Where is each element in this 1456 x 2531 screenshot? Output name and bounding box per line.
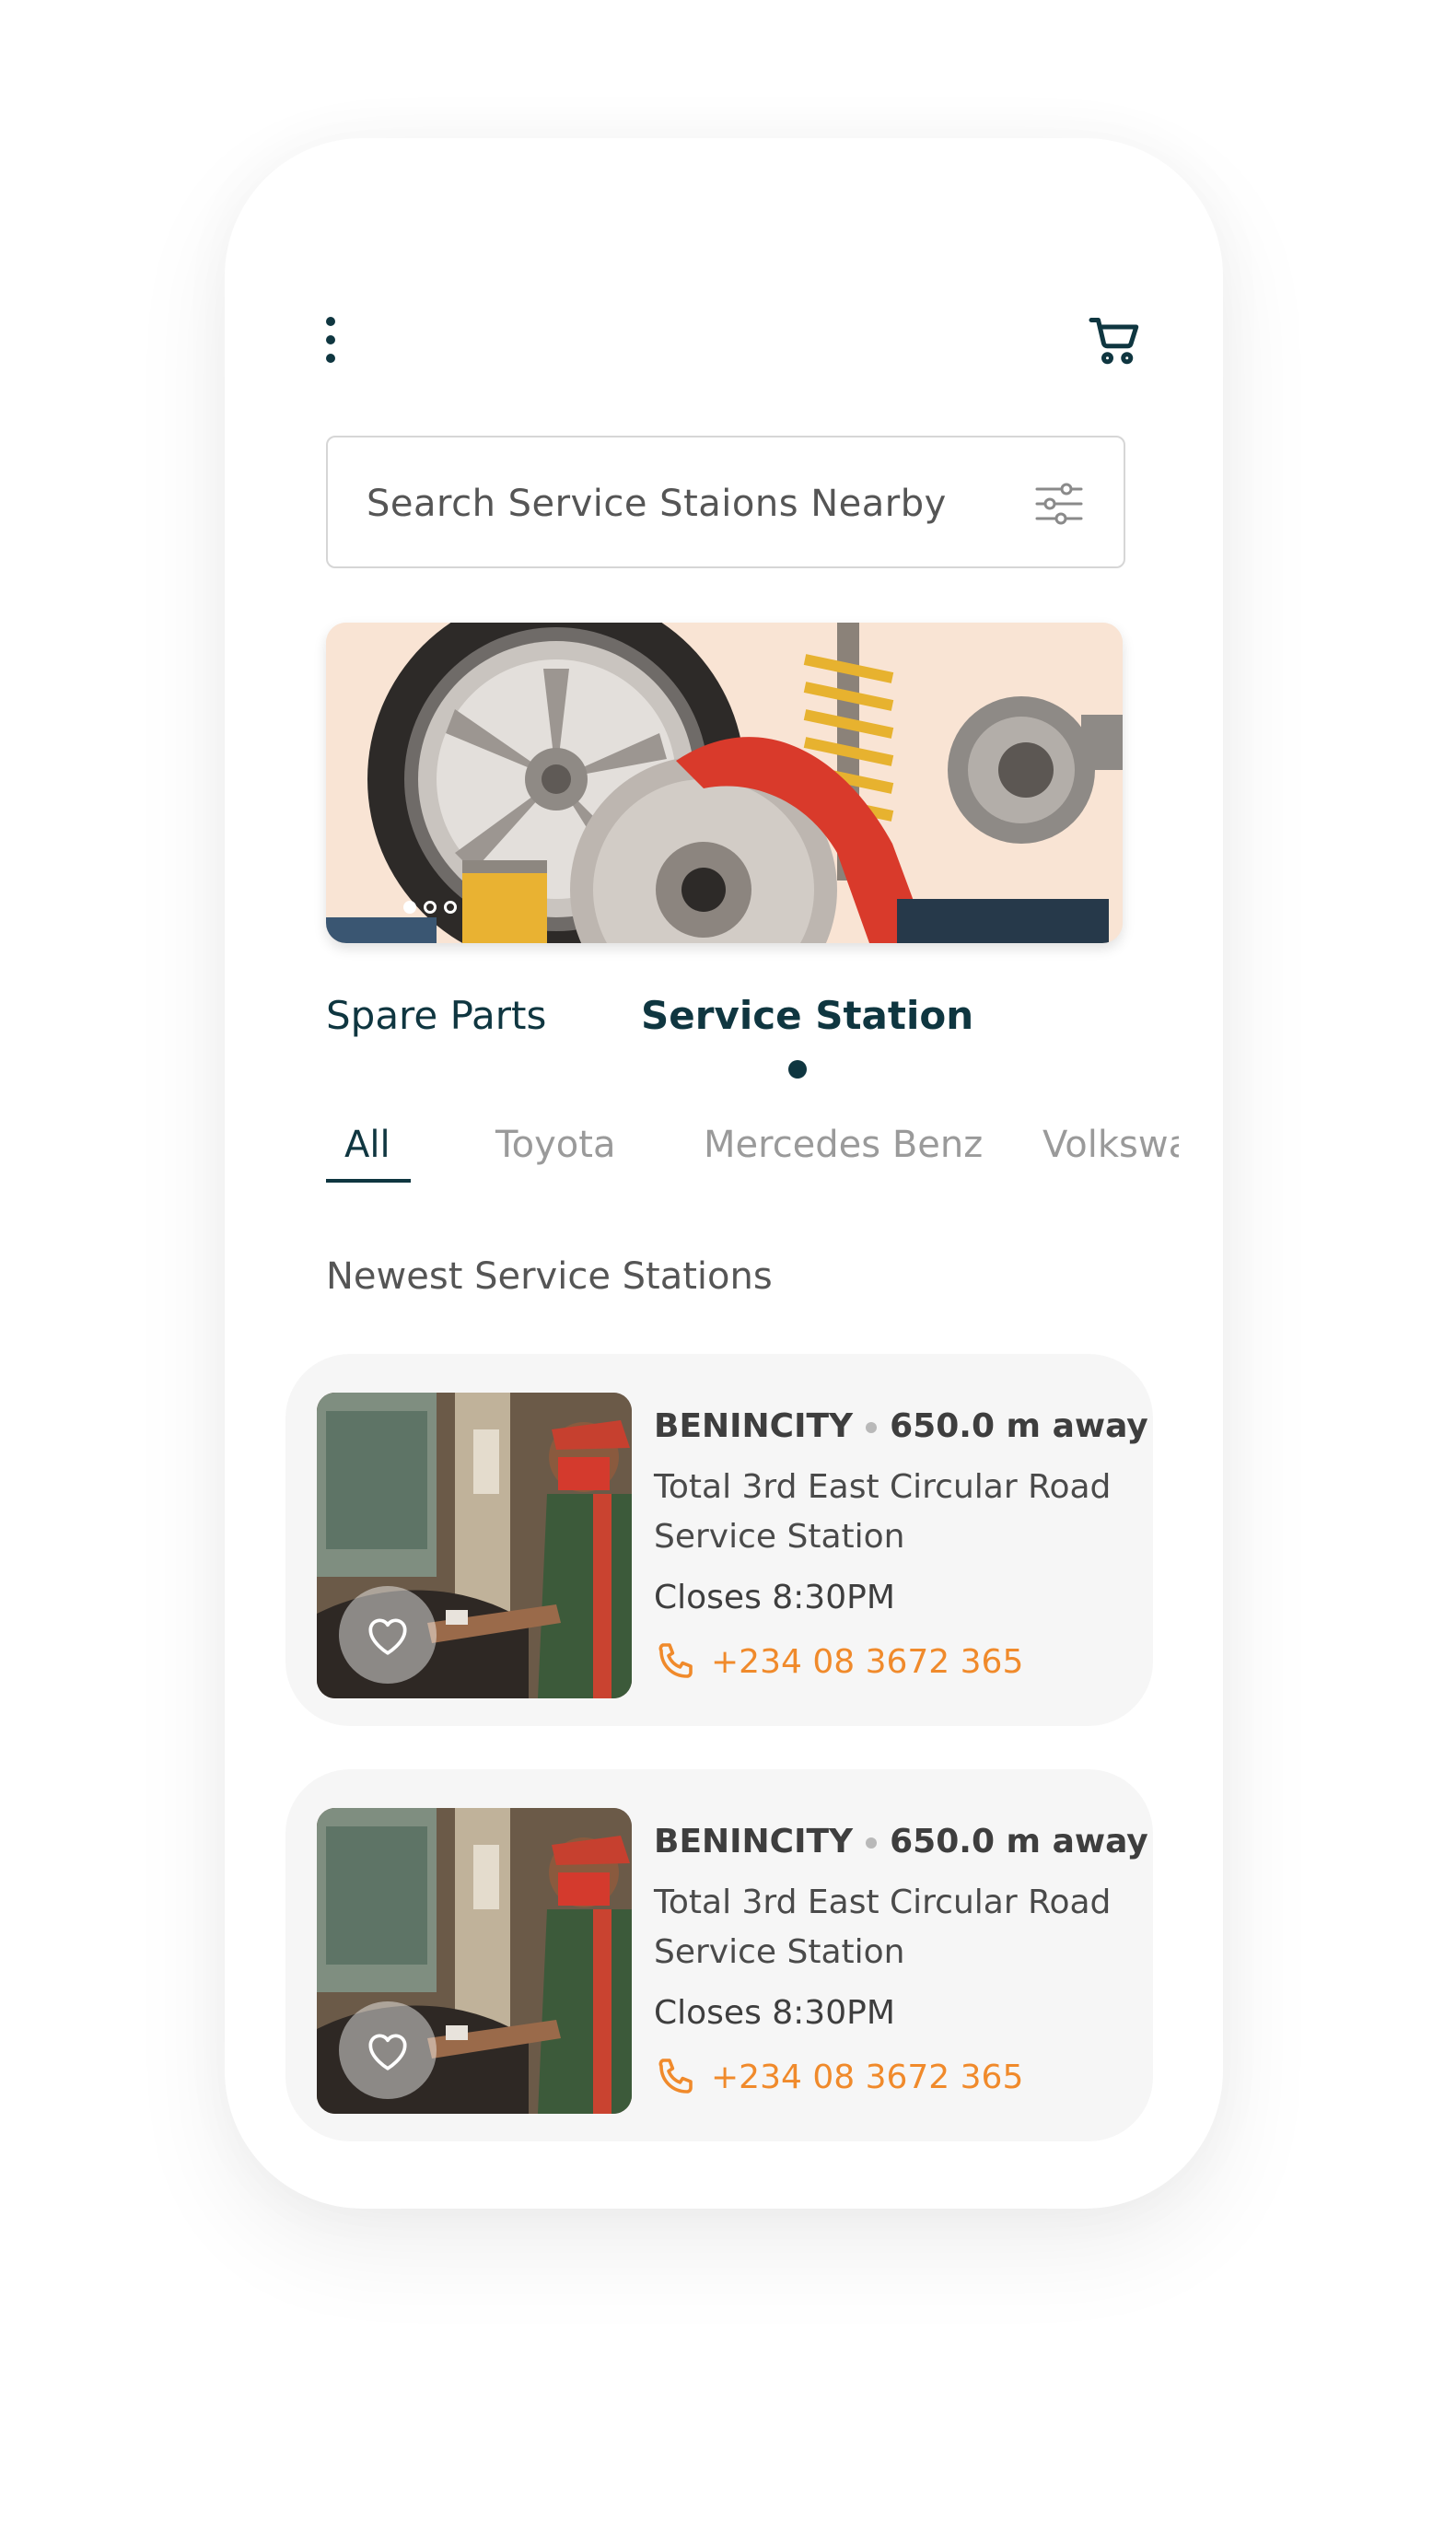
active-tab-indicator [788,1060,807,1079]
station-info: BENINCITY 650.0 m away Total 3rd East Cir… [654,1817,1148,2103]
carousel-dot[interactable] [424,901,437,914]
brand-filter-tabs: All Toyota Mercedes Benz Volkswa [326,1124,1179,1188]
station-city: BENINCITY [654,1407,854,1445]
station-name: Total 3rd East Circular Road Service Sta… [654,1884,1112,1971]
station-distance: 650.0 m away [890,1407,1148,1445]
station-card[interactable]: BENINCITY 650.0 m away Total 3rd East Cir… [285,1769,1153,2141]
station-phone: +234 08 3672 365 [711,2058,1024,2096]
tab-spare-parts[interactable]: Spare Parts [326,993,546,1048]
screen: Spare Parts Service Station All Toyota M… [0,0,1456,2531]
carousel-dot[interactable] [444,901,457,914]
phone-icon [658,2059,693,2094]
station-photo [317,1808,632,2114]
station-card[interactable]: BENINCITY 650.0 m away Total 3rd East Cir… [285,1354,1153,1726]
station-phone: +234 08 3672 365 [711,1642,1024,1681]
search-bar [326,436,1125,568]
station-city: BENINCITY [654,1823,854,1860]
brand-tab-underline [326,1179,411,1183]
station-location: BENINCITY 650.0 m away [654,1817,1148,1867]
section-title: Newest Service Stations [326,1255,773,1298]
station-phone-link[interactable]: +234 08 3672 365 [654,2051,1142,2103]
favorite-heart-icon[interactable] [339,2001,437,2099]
station-distance: 650.0 m away [890,1823,1148,1860]
separator-dot [866,1422,878,1433]
station-location: BENINCITY 650.0 m away [654,1402,1148,1452]
station-photo [317,1393,632,1698]
station-info: BENINCITY 650.0 m away Total 3rd East Cir… [654,1402,1148,1687]
favorite-heart-icon[interactable] [339,1586,437,1684]
sliders-icon[interactable] [1033,478,1085,530]
tab-service-station[interactable]: Service Station [641,993,973,1048]
promo-banner[interactable] [326,623,1123,943]
phone-frame: Spare Parts Service Station All Toyota M… [225,138,1223,2209]
search-input[interactable] [365,471,995,537]
brand-tab-volkswagen[interactable]: Volkswa [1042,1124,1179,1188]
brand-tab-mercedes-benz[interactable]: Mercedes Benz [704,1124,983,1188]
station-hours: Closes 8:30PM [654,1579,895,1616]
carousel-dot[interactable] [403,901,416,914]
separator-dot [866,1837,878,1849]
more-vertical-icon[interactable] [317,313,344,368]
carousel-indicator [403,901,457,919]
spare-parts-illustration [326,623,1123,943]
station-name: Total 3rd East Circular Road Service Sta… [654,1468,1112,1556]
station-phone-link[interactable]: +234 08 3672 365 [654,1636,1142,1687]
phone-icon [658,1643,693,1678]
station-hours: Closes 8:30PM [654,1994,895,2032]
brand-tab-toyota[interactable]: Toyota [495,1124,615,1188]
shopping-cart-icon[interactable] [1087,313,1142,368]
